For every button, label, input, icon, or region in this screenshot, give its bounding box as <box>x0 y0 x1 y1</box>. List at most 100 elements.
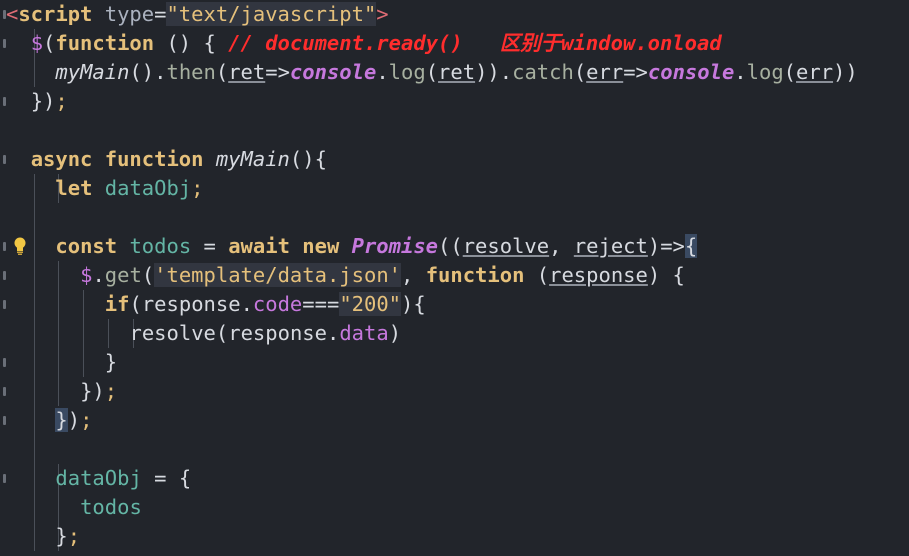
code-token: ; <box>55 89 68 113</box>
code-token: resolve(response. <box>129 321 340 345</box>
fold-marker-icon[interactable] <box>3 387 6 396</box>
code-token: => <box>265 60 290 84</box>
code-token: "200" <box>339 292 402 316</box>
code-token: myMain <box>55 60 130 84</box>
code-text: async function myMain(){ <box>31 145 327 174</box>
code-line[interactable] <box>0 203 909 232</box>
fold-marker-icon[interactable] <box>3 242 6 251</box>
code-line[interactable]: $.get('template/data.json', function (re… <box>0 261 909 290</box>
code-token: catch <box>512 60 574 84</box>
code-token: () { <box>154 31 229 55</box>
fold-marker-icon[interactable] <box>3 416 6 425</box>
code-line[interactable]: }); <box>0 87 909 116</box>
code-token: )). <box>475 60 513 84</box>
code-token: ret <box>228 60 266 84</box>
lightbulb-icon[interactable] <box>12 236 28 256</box>
code-line[interactable]: const todos = await new Promise((resolve… <box>0 232 909 261</box>
code-token: code <box>252 292 303 316</box>
code-token: ( <box>536 263 550 287</box>
code-line[interactable]: }); <box>0 406 909 435</box>
code-token: ( <box>573 60 587 84</box>
code-token: let <box>55 176 105 200</box>
code-line[interactable]: let dataObj; <box>0 174 909 203</box>
code-token: === <box>302 292 340 316</box>
code-token: if <box>104 292 130 316</box>
code-line[interactable]: todos <box>0 493 909 522</box>
code-token: (){ <box>289 147 327 171</box>
fold-marker-icon[interactable] <box>3 97 6 106</box>
fold-marker-icon[interactable] <box>3 271 6 280</box>
code-line[interactable]: } <box>0 348 909 377</box>
code-line[interactable] <box>0 116 909 145</box>
code-token: await new <box>228 234 352 258</box>
code-token: resolve <box>462 234 550 258</box>
fold-marker-icon[interactable] <box>3 474 6 483</box>
fold-marker-icon[interactable] <box>3 155 6 164</box>
code-token: // document.ready() 区别于window.onload <box>228 31 722 55</box>
code-line[interactable]: }); <box>0 377 909 406</box>
code-token: function <box>425 263 537 287</box>
code-token: ( <box>141 263 155 287</box>
code-text: dataObj = { <box>55 464 191 493</box>
code-token: Promise <box>351 234 439 258</box>
code-token: response <box>549 263 648 287</box>
code-token: ; <box>191 176 204 200</box>
code-token: console <box>647 60 735 84</box>
code-token: data <box>339 321 389 345</box>
code-text: $(function () { // document.ready() 区别于w… <box>31 29 722 58</box>
code-token: log <box>388 60 426 84</box>
code-text: }; <box>55 522 80 551</box>
code-token: ret <box>438 60 476 84</box>
code-token: err <box>796 60 834 84</box>
code-token: )=> <box>647 234 685 258</box>
code-token: (). <box>129 60 167 84</box>
fold-marker-icon[interactable] <box>3 358 6 367</box>
fold-marker-icon[interactable] <box>3 300 6 309</box>
code-token: } <box>104 350 118 374</box>
code-token: ) <box>67 408 81 432</box>
code-token: dataObj <box>104 176 192 200</box>
code-token: err <box>586 60 624 84</box>
code-token: ( <box>783 60 797 84</box>
code-token: then <box>166 60 216 84</box>
code-line[interactable]: $(function () { // document.ready() 区别于w… <box>0 29 909 58</box>
code-token: ( <box>43 31 56 55</box>
fold-marker-icon[interactable] <box>3 39 6 48</box>
code-line[interactable]: myMain().then(ret=>console.log(ret)).cat… <box>0 58 909 87</box>
code-token: script <box>18 2 93 26</box>
code-line[interactable]: resolve(response.data) <box>0 319 909 348</box>
code-token: }) <box>80 379 105 403</box>
code-token: $ <box>80 263 93 287</box>
code-token: ; <box>104 379 118 403</box>
code-token: ) <box>388 321 402 345</box>
code-token: todos <box>129 234 192 258</box>
code-token: (( <box>438 234 463 258</box>
code-line[interactable]: <script type="text/javascript"> <box>0 0 909 29</box>
code-line[interactable]: }; <box>0 522 909 551</box>
code-token: log <box>746 60 784 84</box>
code-line[interactable]: if(response.code==="200"){ <box>0 290 909 319</box>
code-text: todos <box>80 493 142 522</box>
code-editor[interactable]: <script type="text/javascript"> $(functio… <box>0 0 909 556</box>
code-token: dataObj <box>55 466 142 490</box>
code-token: )) <box>833 60 858 84</box>
code-token: . <box>376 60 389 84</box>
code-token: async function <box>30 147 216 171</box>
code-token: todos <box>80 495 142 519</box>
code-token: . <box>92 263 105 287</box>
code-token: ; <box>80 408 93 432</box>
code-token: ( <box>425 60 439 84</box>
code-token: (response. <box>129 292 253 316</box>
code-token: > <box>376 2 389 26</box>
code-token: myMain <box>215 147 290 171</box>
code-line[interactable]: dataObj = { <box>0 464 909 493</box>
code-token: $ <box>30 31 44 55</box>
code-line[interactable]: async function myMain(){ <box>0 145 909 174</box>
code-token: = <box>154 2 167 26</box>
code-text: let dataObj; <box>55 174 203 203</box>
code-token: { <box>684 234 698 258</box>
code-line[interactable] <box>0 435 909 464</box>
code-token: ; <box>67 524 81 548</box>
code-text: } <box>105 348 117 377</box>
code-token: = <box>191 234 229 258</box>
